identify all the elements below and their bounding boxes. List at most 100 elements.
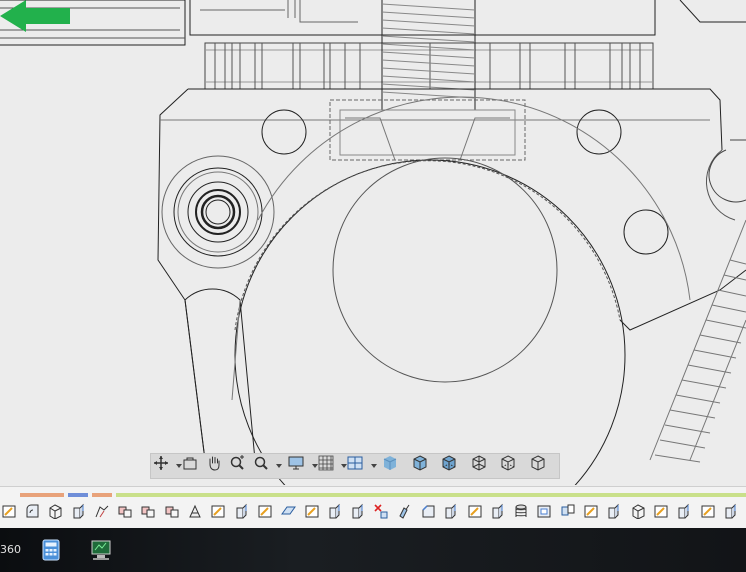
timeline-feature-19[interactable] [440,500,463,522]
timeline-feature-8[interactable] [183,500,206,522]
extrude-icon [445,503,456,519]
visual-style-hidden-edges-icon [501,455,515,471]
taskbar-computer-button[interactable] [86,536,116,564]
timeline-items [0,499,746,523]
viewports-icon [347,456,363,470]
extrude-icon [492,503,503,519]
sketch-icon [701,505,715,518]
thread-icon [515,504,527,517]
visual-style-shaded-button[interactable] [382,455,411,477]
timeline-feature-17[interactable] [393,500,416,522]
timeline-feature-12[interactable] [277,500,300,522]
timeline-feature-31[interactable] [719,500,742,522]
calculator-icon [42,539,60,561]
visual-style-shaded-icon [384,456,397,470]
sketch-icon [654,505,668,518]
timeline-feature-23[interactable] [533,500,556,522]
extrude-icon [329,503,340,519]
display-settings-icon [288,456,304,470]
pan-button[interactable] [206,455,230,477]
timeline-feature-25[interactable] [579,500,602,522]
taskbar: 360 [0,528,746,572]
timeline-feature-20[interactable] [463,500,486,522]
visual-style-hidden-edges-button[interactable] [500,455,529,477]
timeline-feature-27[interactable] [626,500,649,522]
chevron-down-icon[interactable] [276,464,283,468]
extrude-icon [73,503,84,519]
timeline-feature-22[interactable] [510,500,533,522]
timeline-feature-1[interactable] [20,500,43,522]
navigation-bar [150,453,560,479]
grid-settings-icon [318,455,334,471]
timeline-bar [0,486,746,528]
taskbar-app-label[interactable]: 360 [0,543,21,556]
grid-settings-button[interactable] [318,455,348,477]
extrude-icon [608,503,619,519]
sketch-icon [2,505,16,518]
combine-icon [165,506,179,518]
timeline-feature-6[interactable] [137,500,160,522]
orbit-icon [154,456,168,470]
timeline-feature-13[interactable] [300,500,323,522]
look-at-icon [183,457,197,470]
extrude-icon [352,503,363,519]
visual-style-wireframe-icon [472,455,486,471]
zoom-window-button[interactable] [253,455,283,477]
zoom-window-icon [254,456,268,470]
timeline-feature-21[interactable] [486,500,509,522]
box-icon [49,504,62,519]
timeline-feature-24[interactable] [556,500,579,522]
timeline-feature-2[interactable] [44,500,67,522]
visual-style-shaded-hidden-button[interactable] [441,455,470,477]
sketch-icon [211,505,225,518]
visual-style-shaded-hidden-icon [442,455,456,471]
timeline-feature-15[interactable] [346,500,369,522]
timeline-feature-14[interactable] [323,500,346,522]
visual-style-visible-edges-button[interactable] [530,455,559,477]
timeline-feature-26[interactable] [603,500,626,522]
fillet-icon [26,504,39,518]
timeline-feature-32[interactable] [743,500,746,522]
timeline-feature-11[interactable] [253,500,276,522]
timeline-feature-10[interactable] [230,500,253,522]
canvas-viewport[interactable] [0,0,746,485]
sketch-icon [305,505,318,518]
combine-icon [141,506,155,518]
move-icon [399,504,410,519]
timeline-feature-28[interactable] [649,500,672,522]
mirror-icon [561,504,575,516]
visual-style-wireframe-button[interactable] [471,455,500,477]
pan-icon [209,456,220,471]
timeline-feature-16[interactable] [370,500,393,522]
timeline-feature-5[interactable] [113,500,136,522]
drawing-wireframe [0,0,746,485]
combine-icon [118,506,132,518]
sketch-icon [258,505,272,518]
zoom-button[interactable] [229,455,253,477]
timeline-feature-4[interactable] [90,500,113,522]
visual-style-shaded-edges-button[interactable] [412,455,441,477]
chevron-down-icon[interactable] [370,464,377,468]
look-at-button[interactable] [182,455,206,477]
loft-icon [95,505,109,518]
timeline-feature-9[interactable] [207,500,230,522]
display-settings-button[interactable] [288,455,318,477]
extrude-icon [236,503,247,519]
timeline-feature-7[interactable] [160,500,183,522]
timeline-strip [0,493,746,497]
taskbar-calculator-button[interactable] [36,536,66,564]
sketch-icon [468,505,482,518]
extrude-icon [725,503,736,519]
timeline-feature-18[interactable] [416,500,439,522]
visual-style-visible-edges-icon [531,455,545,471]
hole-icon [537,505,551,518]
timeline-feature-3[interactable] [67,500,90,522]
viewports-button[interactable] [347,455,377,477]
timeline-feature-29[interactable] [673,500,696,522]
orbit-button[interactable] [153,455,183,477]
box-icon [632,504,645,519]
sweep-icon [189,504,201,518]
timeline-feature-30[interactable] [696,500,719,522]
computer-icon [91,540,111,560]
timeline-feature-0[interactable] [0,500,20,522]
